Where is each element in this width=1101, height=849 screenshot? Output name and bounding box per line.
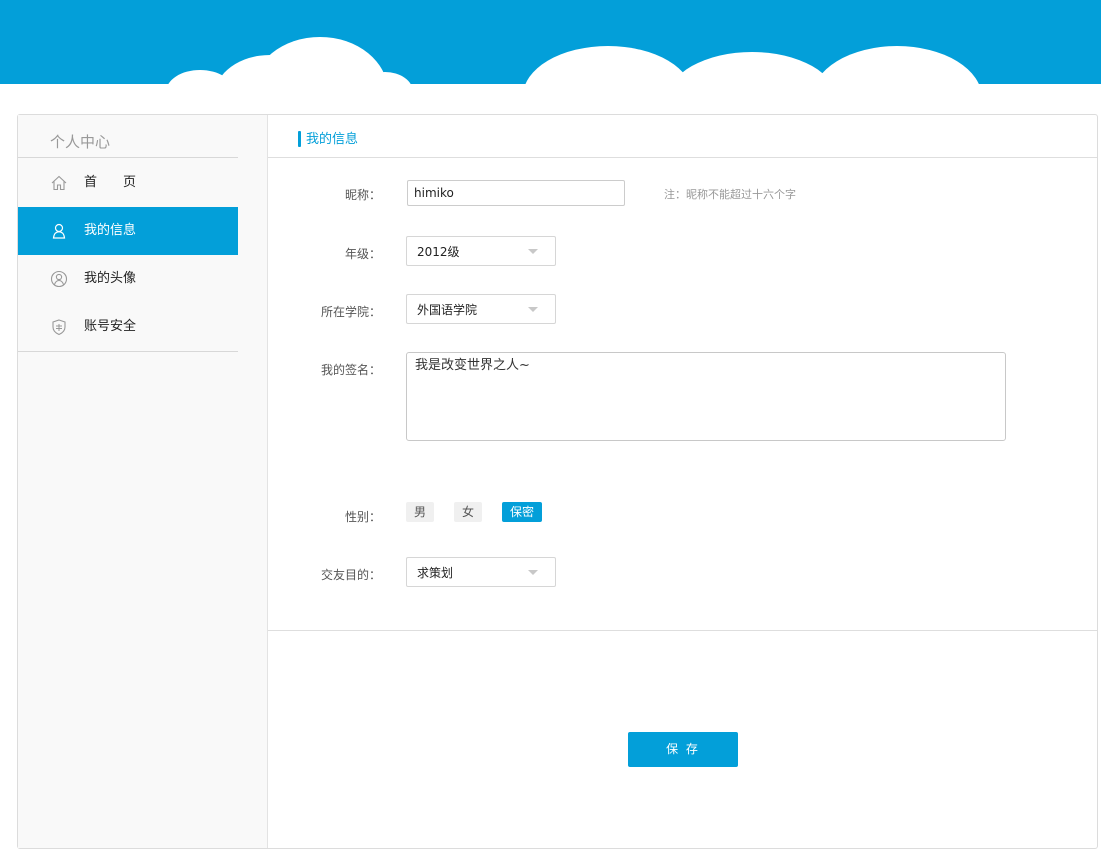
college-label: 所在学院： [320, 305, 381, 319]
chevron-down-icon [528, 249, 538, 254]
gender-option-secret[interactable]: 保密 [502, 502, 542, 522]
sidebar-item-home[interactable]: 首 页 [18, 159, 238, 207]
save-button[interactable]: 保 存 [628, 732, 738, 767]
gender-option-female[interactable]: 女 [454, 502, 482, 522]
nickname-input[interactable]: himiko [407, 180, 625, 206]
purpose-select[interactable]: 求策划 [406, 557, 556, 587]
nickname-note: 注：昵称不能超过十六个字 [664, 188, 796, 201]
sidebar-divider [18, 157, 238, 158]
sidebar-item-security[interactable]: 账号安全 [18, 303, 238, 351]
purpose-label: 交友目的： [320, 568, 381, 582]
form-divider [268, 630, 1097, 631]
user-icon [50, 222, 68, 240]
purpose-value: 求策划 [417, 566, 454, 580]
shield-icon [50, 318, 68, 336]
sidebar-divider [18, 351, 238, 352]
sidebar: 个人中心 首 页 我的信息 我的头像 账号安全 [18, 115, 268, 848]
cloud-decoration [168, 37, 979, 84]
sidebar-item-label: 首 页 [84, 175, 137, 190]
sidebar-item-my-info[interactable]: 我的信息 [18, 207, 238, 255]
section-title: 我的信息 [306, 132, 359, 147]
college-select[interactable]: 外国语学院 [406, 294, 556, 324]
avatar-icon [50, 270, 68, 288]
signature-textarea[interactable]: 我是改变世界之人~ [406, 352, 1006, 441]
sidebar-item-label: 账号安全 [84, 319, 137, 334]
nickname-label: 昵称： [344, 188, 381, 202]
sidebar-item-label: 我的信息 [84, 223, 137, 238]
sidebar-item-avatar[interactable]: 我的头像 [18, 255, 238, 303]
chevron-down-icon [528, 570, 538, 575]
content-panel: 个人中心 首 页 我的信息 我的头像 账号安全 我的信息 昵称： himiko … [17, 114, 1098, 849]
signature-label: 我的签名： [320, 363, 381, 377]
sidebar-title: 个人中心 [50, 133, 111, 151]
gender-label: 性别： [344, 510, 381, 524]
header-banner [0, 0, 1101, 84]
grade-label: 年级： [344, 247, 381, 261]
home-icon [50, 174, 68, 192]
main-content: 我的信息 昵称： himiko 注：昵称不能超过十六个字 年级： 2012级 所… [268, 115, 1097, 848]
title-accent-bar [298, 131, 301, 147]
gender-option-male[interactable]: 男 [406, 502, 434, 522]
chevron-down-icon [528, 307, 538, 312]
college-value: 外国语学院 [417, 303, 478, 317]
grade-select[interactable]: 2012级 [406, 236, 556, 266]
sidebar-item-label: 我的头像 [84, 271, 137, 286]
section-header: 我的信息 [268, 115, 1097, 158]
grade-value: 2012级 [417, 245, 460, 259]
